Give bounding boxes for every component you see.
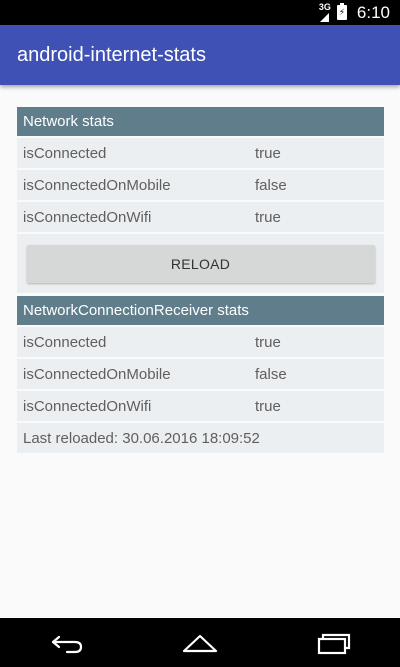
reload-container: RELOAD — [17, 234, 384, 293]
back-icon[interactable] — [37, 618, 97, 667]
table-row: isConnected true — [17, 327, 384, 357]
recents-icon[interactable] — [303, 618, 363, 667]
last-reloaded-text: Last reloaded: 30.06.2016 18:09:52 — [17, 423, 384, 453]
table-row: isConnectedOnMobile false — [17, 170, 384, 200]
status-bar: 3G ⚡ 6:10 — [0, 0, 400, 25]
receiver-stats-header: NetworkConnectionReceiver stats — [17, 296, 384, 325]
network-type-label: 3G — [318, 2, 331, 12]
mobile-signal-icon: 3G — [319, 3, 331, 22]
table-row: isConnected true — [17, 138, 384, 168]
stat-key: isConnectedOnMobile — [23, 365, 171, 383]
status-time: 6:10 — [356, 2, 390, 22]
network-stats-header: Network stats — [17, 107, 384, 136]
table-row: isConnectedOnWifi true — [17, 391, 384, 421]
app-bar: android-internet-stats — [0, 25, 400, 85]
battery-charging-icon: ⚡ — [336, 3, 347, 20]
stat-key: isConnectedOnWifi — [23, 208, 152, 226]
stat-value: true — [255, 397, 281, 415]
navigation-bar — [0, 618, 400, 667]
home-icon[interactable] — [170, 618, 230, 667]
stat-value: false — [255, 176, 287, 194]
table-row: isConnectedOnMobile false — [17, 359, 384, 389]
stat-value: true — [255, 144, 281, 162]
table-row: isConnectedOnWifi true — [17, 202, 384, 232]
reload-button[interactable]: RELOAD — [26, 244, 375, 283]
stat-key: isConnected — [23, 333, 107, 351]
stat-key: isConnectedOnMobile — [23, 176, 171, 194]
content: Network stats isConnected true isConnect… — [17, 107, 384, 453]
stat-value: true — [255, 333, 281, 351]
stat-value: false — [255, 365, 287, 383]
app-title: android-internet-stats — [17, 43, 206, 66]
stat-key: isConnected — [23, 144, 107, 162]
stat-value: true — [255, 208, 281, 226]
stat-key: isConnectedOnWifi — [23, 397, 152, 415]
